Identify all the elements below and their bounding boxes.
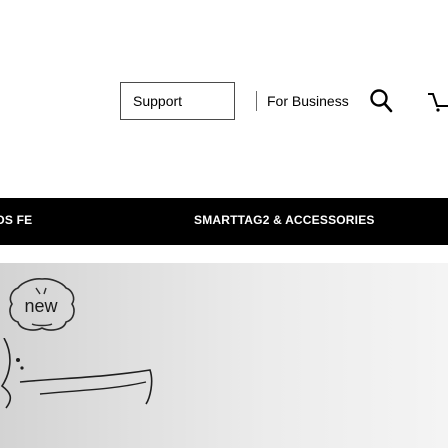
support-link[interactable]: Support xyxy=(133,93,182,109)
new-sticker-graphic: new xyxy=(9,278,75,331)
search-icon[interactable] xyxy=(369,88,393,114)
category-link-smarttag2[interactable]: SMARTTAG2 & ACCESSORIES xyxy=(194,213,375,227)
category-link-left[interactable]: DS FE xyxy=(0,213,32,227)
nav-divider xyxy=(256,91,257,111)
for-business-link[interactable]: For Business xyxy=(267,93,349,109)
cart-icon[interactable] xyxy=(424,90,448,114)
hero-curve-decoration xyxy=(0,338,153,409)
new-sticker-text: new xyxy=(24,296,58,316)
